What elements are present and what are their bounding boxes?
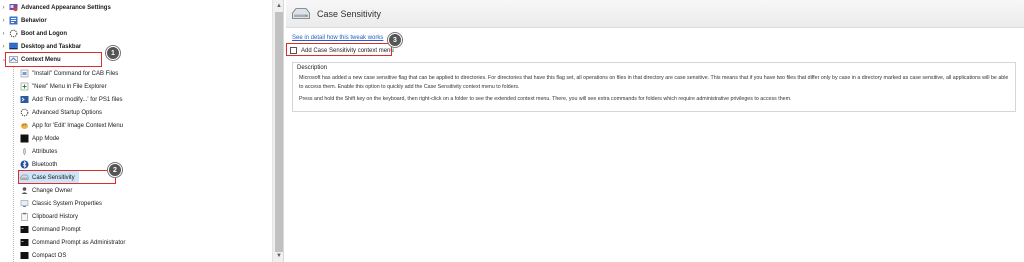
step-badge-3: 3 [388,33,402,47]
app-mode-icon [20,134,29,143]
expand-arrow-icon[interactable]: › [0,5,7,11]
page-title: Case Sensitivity [317,8,382,19]
clipboard-icon [20,212,29,221]
tree-child-item[interactable]: Command Prompt as Administrator [18,236,125,249]
highlight-option [286,43,392,56]
tree-item-label: Advanced Appearance Settings [21,4,111,11]
tree-item-label: Desktop and Taskbar [21,43,82,50]
details-header: Case Sensitivity [286,0,1024,28]
expand-arrow-icon[interactable]: › [0,31,7,37]
tree-item-label: Boot and Logon [21,30,67,37]
tree-child-item[interactable]: Advanced Startup Options [18,106,102,119]
command-prompt-icon [20,225,29,234]
scroll-down-arrow-icon[interactable]: ▼ [273,250,283,262]
desktop-icon [9,42,18,51]
tree-item-label: Command Prompt as Administrator [32,239,126,246]
navigation-tree-panel: › Advanced Appearance Settings › Behavio… [0,0,284,262]
tree-item-label: App for 'Edit' Image Context Menu [32,122,124,129]
tree-item-label: "Install" Command for CAB Files [32,70,119,77]
attributes-icon [20,147,29,156]
description-title: Description [297,65,328,71]
tree-item-label: "New" Menu in File Explorer [32,83,107,90]
description-box: Description Microsoft has added a new ca… [292,62,1016,112]
expand-arrow-icon[interactable]: › [0,18,7,24]
startup-options-icon [20,108,29,117]
compact-os-icon [20,251,29,260]
tree-item-label: Attributes [32,148,58,155]
boot-icon [9,29,18,38]
bluetooth-icon [20,160,29,169]
tree-item-label: Command Prompt [32,226,81,233]
highlight-case-sensitivity [18,170,116,184]
tree-child-item[interactable]: Compact OS [18,249,66,262]
tree-item-label: Compact OS [32,252,67,259]
tree-item-label: App Mode [32,135,60,142]
tree-guide-line [13,67,14,262]
command-prompt-admin-icon [20,238,29,247]
cab-install-icon [20,69,29,78]
tree-child-item[interactable]: Command Prompt [18,223,81,236]
tree-item-boot-logon[interactable]: › Boot and Logon [0,27,67,40]
system-properties-icon [20,199,29,208]
tree-item-advanced-appearance[interactable]: › Advanced Appearance Settings [0,1,111,14]
description-paragraph-1: Microsoft has added a new case sensitive… [299,75,1009,90]
powershell-icon [20,95,29,104]
step-badge-1: 1 [106,46,120,60]
tree-child-item[interactable]: Change Owner [18,184,72,197]
tree-item-label: Classic System Properties [32,200,103,207]
tree-item-behavior[interactable]: › Behavior [0,14,47,27]
tree-child-item[interactable]: Add 'Run or modify...' for PS1 files [18,93,123,106]
change-owner-icon [20,186,29,195]
tree-item-label: Add 'Run or modify...' for PS1 files [32,96,123,103]
behavior-icon [9,16,18,25]
tree-child-item[interactable]: App Mode [18,132,59,145]
tree-item-label: Behavior [21,17,47,24]
tree-scrollbar[interactable]: ▲ ▼ [272,0,283,262]
tweak-details-link[interactable]: See in detail how this tweak works [292,35,383,41]
tree-child-item[interactable]: Clipboard History [18,210,78,223]
tree-item-label: Clipboard History [32,213,79,220]
drive-icon [291,5,311,23]
tree-item-label: Change Owner [32,187,73,194]
details-panel: Case Sensitivity See in detail how this … [286,0,1024,262]
scroll-up-arrow-icon[interactable]: ▲ [273,0,283,12]
scrollbar-thumb[interactable] [275,12,283,252]
step-badge-2: 2 [108,163,122,177]
highlight-context-menu [5,52,102,67]
tree-child-item[interactable]: Attributes [18,145,57,158]
description-paragraph-2: Press and hold the Shift key on the keyb… [299,96,792,102]
appearance-icon [9,3,18,12]
tree-child-item[interactable]: Classic System Properties [18,197,102,210]
paint-icon [20,121,29,130]
new-menu-icon [20,82,29,91]
tree-child-item[interactable]: "Install" Command for CAB Files [18,67,118,80]
tree-child-item[interactable]: App for 'Edit' Image Context Menu [18,119,123,132]
tree-item-label: Bluetooth [32,161,58,168]
tree-child-item[interactable]: "New" Menu in File Explorer [18,80,107,93]
expand-arrow-icon[interactable]: › [0,44,7,50]
tree-item-label: Advanced Startup Options [32,109,103,116]
